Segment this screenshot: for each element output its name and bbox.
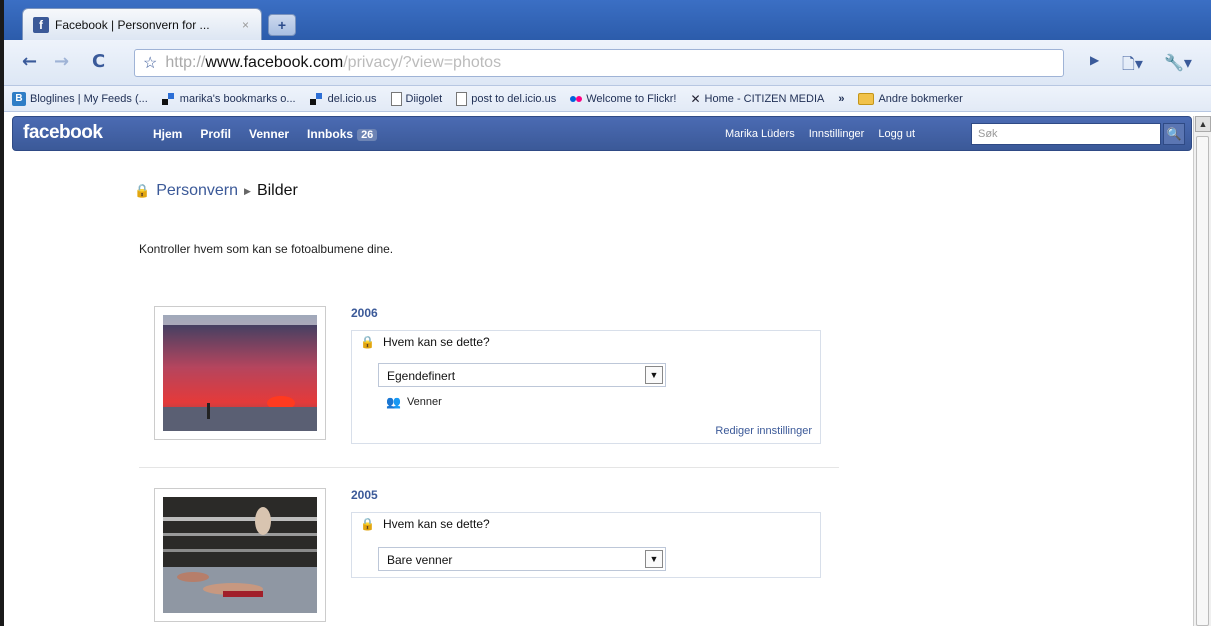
delicious-icon [161,92,176,105]
allowed-audience: 👥 Venner [386,395,442,409]
chevron-down-icon[interactable]: ▼ [645,550,663,568]
forward-icon[interactable]: → [54,51,69,72]
allowed-audience-label: Venner [406,396,442,408]
account-nav: Marika Lüders Innstillinger Logg ut [725,128,915,140]
privacy-question: Hvem kan se dette? [382,517,490,531]
bookmark-label: Welcome to Flickr! [586,92,677,105]
album-thumbnail[interactable] [154,306,326,440]
bookmark-flickr[interactable]: Welcome to Flickr! [570,93,676,105]
settings-link[interactable]: Innstillinger [809,128,865,140]
bloglines-icon: B [12,91,26,106]
other-bookmarks-label: Andre bokmerker [878,92,963,105]
lock-icon: 🔒 [134,183,151,198]
privacy-select-value: Egendefinert [387,369,456,383]
album-year[interactable]: 2006 [351,306,378,320]
browser-window: f Facebook | Personvern for ... × + ← → … [0,0,1211,626]
privacy-header: 🔒 Hvem kan se dette? [352,331,512,353]
url-host: www.facebook.com [205,54,344,71]
privacy-select-value: Bare venner [387,553,453,567]
url-path: /privacy/?view=photos [343,54,502,71]
facebook-header: facebook Hjem Profil Venner Innboks 26 Ma… [12,116,1192,151]
bookmark-label: post to del.icio.us [471,92,557,105]
search-icon[interactable]: 🔍 [1163,123,1185,145]
new-tab-button[interactable]: + [268,14,296,36]
tab-title: Facebook | Personvern for ... [55,17,210,32]
delicious-icon [309,92,324,105]
facebook-logo[interactable]: facebook [23,122,103,144]
search-input[interactable]: Søk [971,123,1161,145]
album-thumbnail[interactable] [154,488,326,622]
divider [139,467,839,468]
privacy-question: Hvem kan se dette? [382,335,490,349]
breadcrumb: 🔒 Personvern ▶ Bilder [134,182,298,200]
url-scheme: http:// [165,54,206,71]
bookmark-label: marika's bookmarks o... [179,92,296,105]
nav-inbox[interactable]: Innboks 26 [307,127,378,141]
nav-profile[interactable]: Profil [200,127,231,141]
nav-inbox-label: Innboks [307,127,354,141]
bookmark-post-delicious[interactable]: post to del.icio.us [456,91,557,106]
bookmark-delicious[interactable]: del.icio.us [309,92,377,105]
nav-home[interactable]: Hjem [153,127,182,141]
wrestling-photo [163,497,317,613]
sunset-photo [163,315,317,431]
back-icon[interactable]: ← [22,51,37,72]
bookmark-label: Bloglines | My Feeds (... [30,92,148,105]
address-bar[interactable]: ☆ http:// www.facebook.com /privacy/?vie… [134,49,1064,77]
nav-friends[interactable]: Venner [249,127,289,141]
bookmark-diigolet[interactable]: Diigolet [390,91,443,106]
privacy-select[interactable]: Bare venner ▼ [378,547,666,571]
bookmark-label: del.icio.us [327,92,377,105]
album-year[interactable]: 2005 [351,488,378,502]
scroll-up-icon[interactable]: ▲ [1195,116,1211,132]
flickr-icon [570,93,583,105]
folder-icon [858,92,875,105]
scroll-thumb[interactable] [1196,136,1209,626]
privacy-header: 🔒 Hvem kan se dette? [352,513,512,535]
bookmarks-bar: B Bloglines | My Feeds (... marika's boo… [4,86,1211,112]
breadcrumb-separator-icon: ▶ [244,185,251,196]
vertical-scrollbar[interactable]: ▲ [1193,116,1211,626]
chevron-down-icon[interactable]: ▼ [645,366,663,384]
lock-icon: 🔒 [360,335,375,349]
privacy-settings-box: 🔒 Hvem kan se dette? Egendefinert ▼ 👥 Ve… [351,330,821,444]
inbox-count-badge: 26 [357,129,378,141]
logout-link[interactable]: Logg ut [878,128,915,140]
tab-strip: f Facebook | Personvern for ... × + [4,0,1211,40]
wrench-menu-icon[interactable]: 🔧▾ [1164,53,1192,72]
friends-icon: 👥 [386,395,401,409]
breadcrumb-privacy-link[interactable]: Personvern [156,182,238,200]
lock-icon: 🔒 [360,517,375,531]
main-nav: Hjem Profil Venner Innboks 26 [153,127,378,141]
privacy-settings-box: 🔒 Hvem kan se dette? Bare venner ▼ [351,512,821,578]
bookmark-star-icon[interactable]: ☆ [143,53,157,73]
reload-icon[interactable]: C [92,51,105,72]
edit-settings-link[interactable]: Rediger innstillinger [715,425,812,437]
bookmarks-overflow-button[interactable]: » [838,93,844,105]
citizen-icon: ✕ [690,91,701,106]
page-menu-icon[interactable]: 🗋▾ [1122,53,1143,80]
facebook-favicon-icon: f [33,16,49,33]
bookmark-bloglines[interactable]: B Bloglines | My Feeds (... [12,91,148,106]
intro-text: Kontroller hvem som kan se fotoalbumene … [139,242,394,256]
page-icon [390,91,402,106]
close-tab-icon[interactable]: × [242,18,249,32]
user-name-link[interactable]: Marika Lüders [725,128,795,140]
bookmark-marika[interactable]: marika's bookmarks o... [161,92,296,105]
bookmark-label: Home - CITIZEN MEDIA [704,92,825,105]
browser-tab[interactable]: f Facebook | Personvern for ... × [22,8,262,40]
privacy-select[interactable]: Egendefinert ▼ [378,363,666,387]
browser-toolbar: ← → C ☆ http:// www.facebook.com /privac… [4,40,1211,86]
other-bookmarks[interactable]: Andre bokmerker [858,92,963,105]
page-icon [456,91,468,106]
page-title: Bilder [256,182,298,199]
go-icon[interactable]: ▶ [1090,53,1099,67]
bookmark-citizen[interactable]: ✕ Home - CITIZEN MEDIA [690,92,824,106]
bookmark-label: Diigolet [405,92,443,105]
